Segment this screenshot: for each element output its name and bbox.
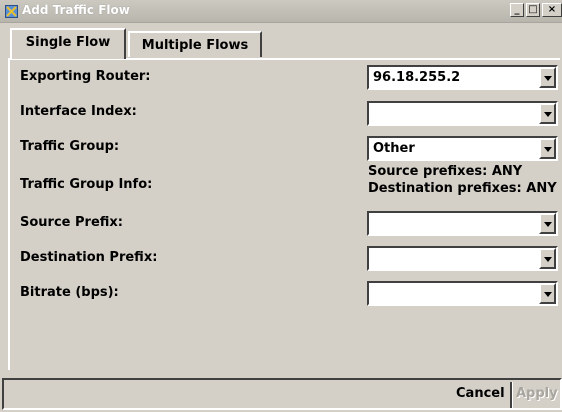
source-prefix-select[interactable] bbox=[367, 211, 558, 236]
tab-multiple-flows[interactable]: Multiple Flows bbox=[128, 31, 262, 57]
button-divider bbox=[510, 382, 513, 408]
window-title: Add Traffic Flow bbox=[22, 3, 130, 17]
chevron-down-icon[interactable] bbox=[539, 213, 556, 234]
interface-index-select[interactable] bbox=[367, 101, 558, 126]
bitrate-select[interactable] bbox=[367, 281, 558, 306]
source-prefix-label: Source Prefix: bbox=[20, 215, 123, 230]
traffic-group-value: Other bbox=[373, 141, 415, 156]
destination-prefix-select[interactable] bbox=[367, 246, 558, 271]
maximize-button[interactable]: □ bbox=[526, 3, 540, 17]
chevron-down-icon[interactable] bbox=[539, 248, 556, 269]
chevron-down-icon[interactable] bbox=[539, 103, 556, 124]
apply-button[interactable]: Apply bbox=[516, 386, 558, 401]
traffic-group-label: Traffic Group: bbox=[20, 139, 120, 154]
close-button[interactable]: × bbox=[542, 3, 562, 17]
bitrate-label: Bitrate (bps): bbox=[20, 285, 119, 300]
exporting-router-label: Exporting Router: bbox=[20, 69, 151, 84]
destination-prefix-label: Destination Prefix: bbox=[20, 250, 158, 265]
tab-single-flow[interactable]: Single Flow bbox=[10, 28, 126, 59]
interface-index-label: Interface Index: bbox=[20, 104, 137, 119]
app-icon bbox=[5, 5, 18, 18]
exporting-router-value: 96.18.255.2 bbox=[373, 70, 461, 85]
destination-prefixes-info: Destination prefixes: ANY bbox=[368, 181, 557, 196]
minimize-button[interactable]: _ bbox=[510, 3, 524, 17]
chevron-down-icon[interactable] bbox=[539, 138, 556, 159]
source-prefixes-info: Source prefixes: ANY bbox=[368, 164, 523, 179]
traffic-group-info: Source prefixes: ANY Destination prefixe… bbox=[368, 163, 557, 197]
title-bar[interactable]: Add Traffic Flow _ □ × bbox=[0, 0, 562, 23]
cancel-button[interactable]: Cancel bbox=[456, 386, 505, 401]
chevron-down-icon[interactable] bbox=[539, 283, 556, 304]
exporting-router-select[interactable]: 96.18.255.2 bbox=[367, 65, 558, 90]
traffic-group-info-label: Traffic Group Info: bbox=[20, 177, 153, 192]
traffic-group-select[interactable]: Other bbox=[367, 136, 558, 161]
chevron-down-icon[interactable] bbox=[539, 67, 556, 88]
button-bar: Cancel Apply bbox=[2, 378, 562, 410]
